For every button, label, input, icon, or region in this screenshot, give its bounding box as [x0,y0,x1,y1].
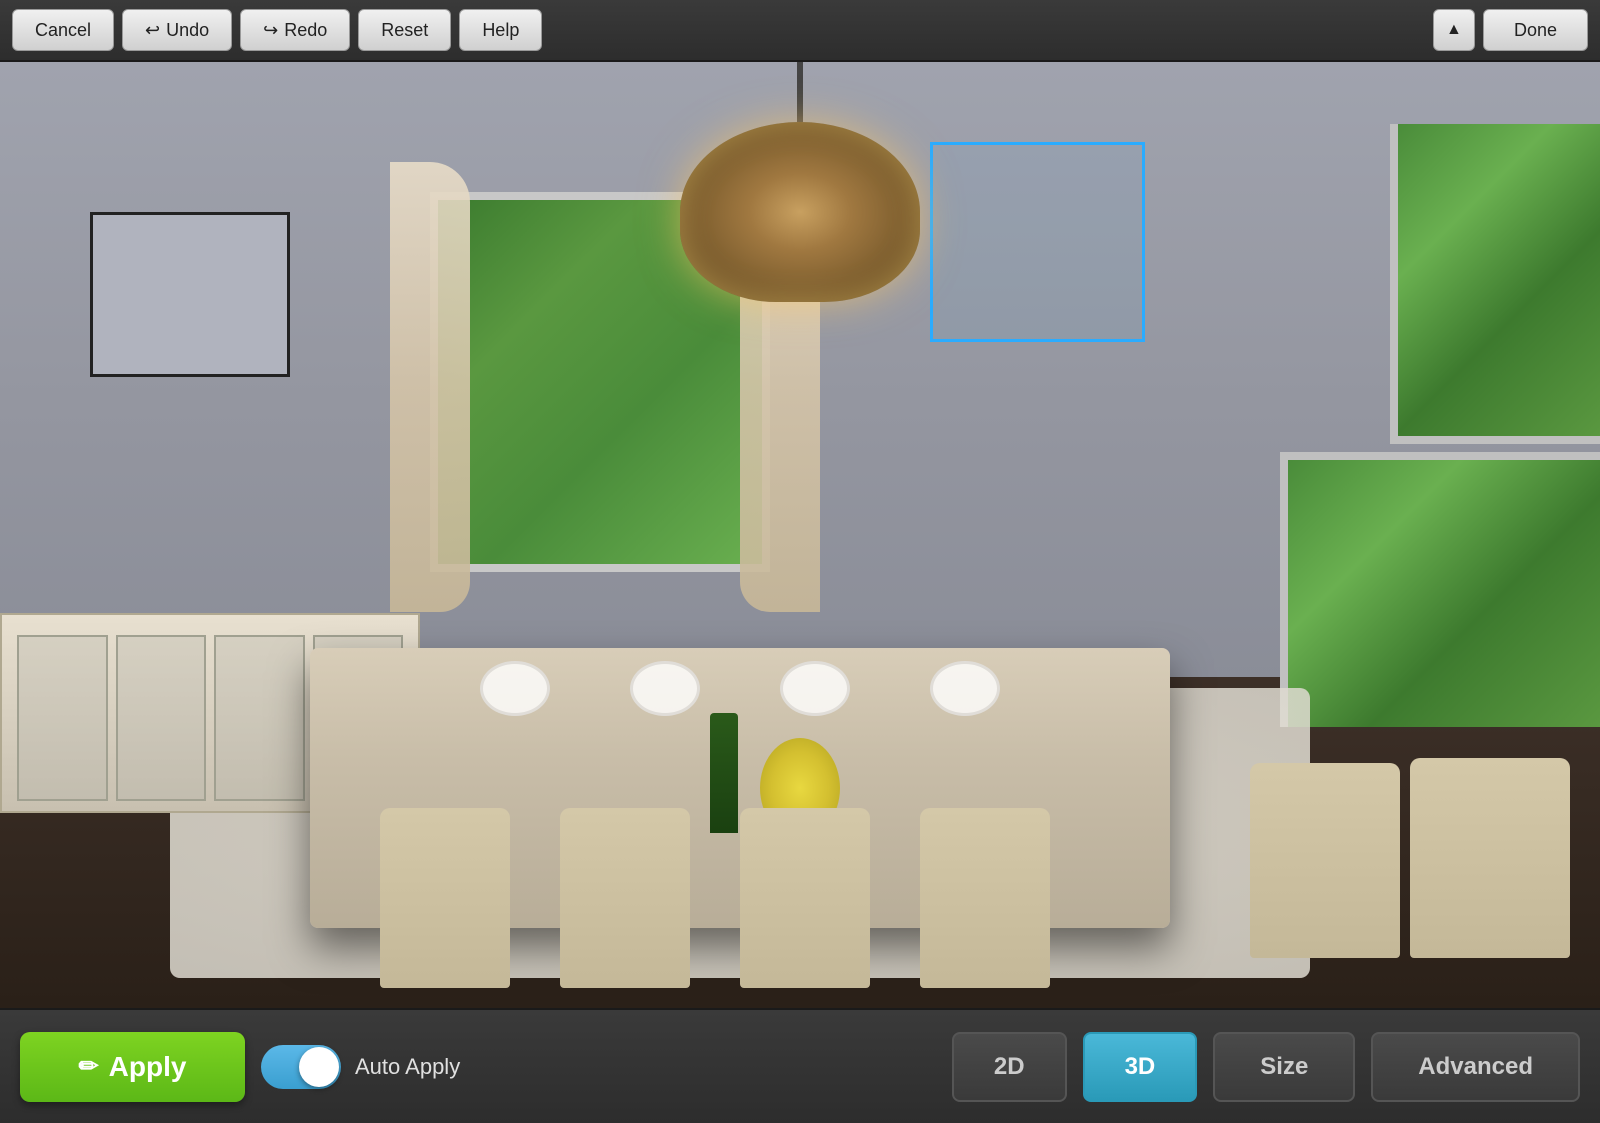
size-button[interactable]: Size [1213,1032,1355,1102]
chandelier-chain [797,62,803,122]
undo-icon: ↩ [145,20,160,41]
plate-3 [780,661,850,716]
mode-3d-label: 3D [1125,1053,1156,1080]
chair-front-4 [920,808,1050,988]
window-right-top [1390,124,1600,444]
window-right-bottom [1280,452,1600,727]
chair-right-2 [1250,763,1400,958]
chair-front-1 [380,808,510,988]
apply-label: Apply [109,1051,187,1083]
redo-icon: ↪ [263,20,278,41]
undo-button[interactable]: ↩ Undo [122,9,232,51]
chandelier [680,62,920,442]
table-place-settings [440,658,1040,718]
apply-button[interactable]: ✏ Apply [20,1032,245,1102]
done-button[interactable]: Done [1483,9,1588,51]
chair-front-3 [740,808,870,988]
wine-bottle [710,713,738,833]
mode-2d-label: 2D [994,1053,1025,1080]
sideboard-panel-3 [214,635,305,801]
done-label: Done [1514,20,1557,40]
chair-right-1 [1410,758,1570,958]
help-label: Help [482,20,519,41]
auto-apply-label: Auto Apply [355,1054,460,1080]
chandelier-body [680,122,920,302]
redo-label: Redo [284,20,327,41]
reset-button[interactable]: Reset [358,9,451,51]
collapse-button[interactable]: ▲ [1433,9,1475,51]
plate-2 [630,661,700,716]
mode-2d-button[interactable]: 2D [952,1032,1067,1102]
cancel-label: Cancel [35,20,91,41]
picture-frame[interactable] [90,212,290,377]
top-toolbar: Cancel ↩ Undo ↪ Redo Reset Help ▲ Done [0,0,1600,62]
reset-label: Reset [381,20,428,41]
mode-3d-button[interactable]: 3D [1083,1032,1198,1102]
plate-1 [480,661,550,716]
chair-front-2 [560,808,690,988]
bottom-toolbar: ✏ Apply Auto Apply 2D 3D Size Advanced [0,1008,1600,1123]
main-viewport [0,62,1600,1008]
undo-label: Undo [166,20,209,41]
collapse-icon: ▲ [1446,21,1462,39]
advanced-button[interactable]: Advanced [1371,1032,1580,1102]
cancel-button[interactable]: Cancel [12,9,114,51]
plate-4 [930,661,1000,716]
advanced-label: Advanced [1418,1053,1533,1080]
toggle-thumb [299,1047,339,1087]
redo-button[interactable]: ↪ Redo [240,9,350,51]
auto-apply-toggle[interactable] [261,1045,341,1089]
curtain-left [390,162,470,612]
apply-icon: ✏ [79,1052,99,1081]
sideboard-panel-1 [17,635,108,801]
size-label: Size [1260,1053,1308,1080]
auto-apply-section: Auto Apply [261,1045,460,1089]
room-scene[interactable] [0,62,1600,1008]
sideboard-panel-2 [116,635,207,801]
help-button[interactable]: Help [459,9,542,51]
